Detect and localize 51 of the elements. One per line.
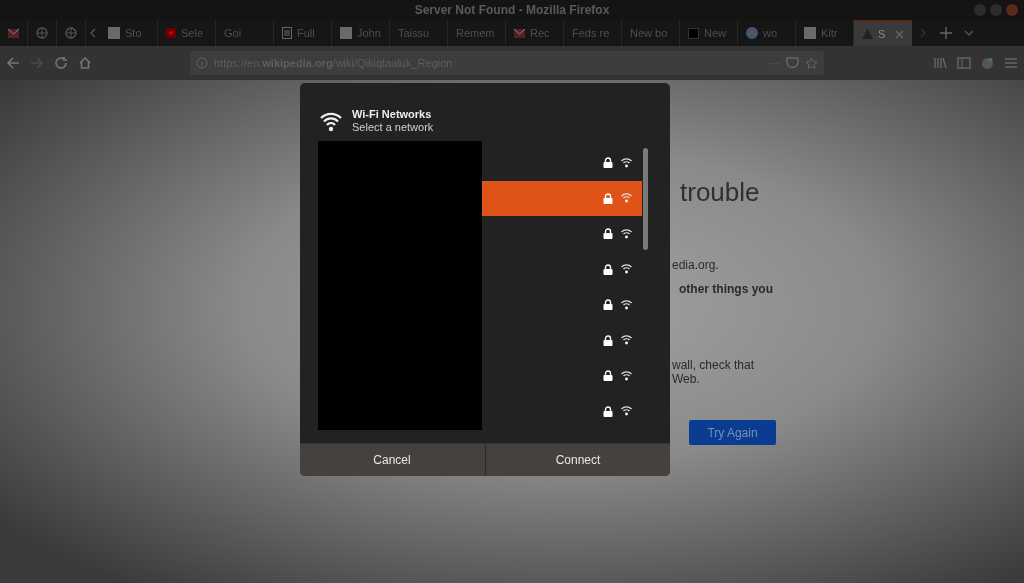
globe-icon xyxy=(65,27,77,39)
minimize-icon[interactable] xyxy=(974,4,986,16)
error-text: Web. xyxy=(672,372,701,386)
forward-icon[interactable] xyxy=(30,56,44,70)
dialog-subtitle: Select a network xyxy=(352,121,434,134)
menu-icon[interactable] xyxy=(1004,57,1018,69)
document-icon xyxy=(282,27,292,39)
wifi-icon xyxy=(320,110,342,132)
wifi-icon xyxy=(621,335,632,346)
reload-icon[interactable] xyxy=(54,56,68,70)
wifi-icon xyxy=(621,228,632,239)
close-icon[interactable] xyxy=(895,29,904,39)
try-again-button[interactable]: Try Again xyxy=(689,420,776,445)
close-icon[interactable] xyxy=(1006,4,1018,16)
scroll-left-icon[interactable] xyxy=(90,28,96,38)
wifi-icon xyxy=(621,157,632,168)
wifi-icon xyxy=(621,370,632,381)
account-icon[interactable] xyxy=(981,56,994,70)
chevron-down-icon[interactable] xyxy=(964,30,974,36)
scroll-right-icon[interactable] xyxy=(920,28,926,38)
wifi-icon xyxy=(621,264,632,275)
connect-button[interactable]: Connect xyxy=(485,444,670,476)
info-icon[interactable] xyxy=(196,57,208,69)
dot-icon xyxy=(166,28,176,38)
wifi-icon xyxy=(621,406,632,417)
new-tab-icon[interactable] xyxy=(940,27,952,39)
mail-icon xyxy=(514,28,525,38)
sidebar-icon[interactable] xyxy=(957,57,971,69)
error-text: wall, check that xyxy=(672,358,756,372)
back-icon[interactable] xyxy=(6,56,20,70)
mail-icon xyxy=(8,28,19,38)
error-text: edia.org. xyxy=(672,258,720,272)
page-actions-button[interactable]: ··· xyxy=(769,54,780,72)
library-icon[interactable] xyxy=(933,57,947,69)
error-heading: trouble xyxy=(680,176,761,208)
pocket-icon[interactable] xyxy=(786,57,799,69)
square-icon xyxy=(688,27,699,39)
globe-icon xyxy=(36,27,48,39)
scrollbar[interactable] xyxy=(643,148,648,250)
wifi-icon xyxy=(621,193,632,204)
window-title: Server Not Found - Mozilla Firefox xyxy=(414,2,610,19)
error-text: other things you xyxy=(679,282,774,296)
star-icon[interactable] xyxy=(805,56,818,70)
warning-icon xyxy=(862,29,873,39)
circle-icon xyxy=(746,27,758,39)
dialog-title: Wi-Fi Networks xyxy=(352,108,433,121)
network-row[interactable] xyxy=(482,180,642,216)
tab[interactable]: S xyxy=(854,20,912,46)
maximize-icon[interactable] xyxy=(990,4,1002,16)
home-icon[interactable] xyxy=(78,56,92,70)
wifi-icon xyxy=(621,299,632,310)
